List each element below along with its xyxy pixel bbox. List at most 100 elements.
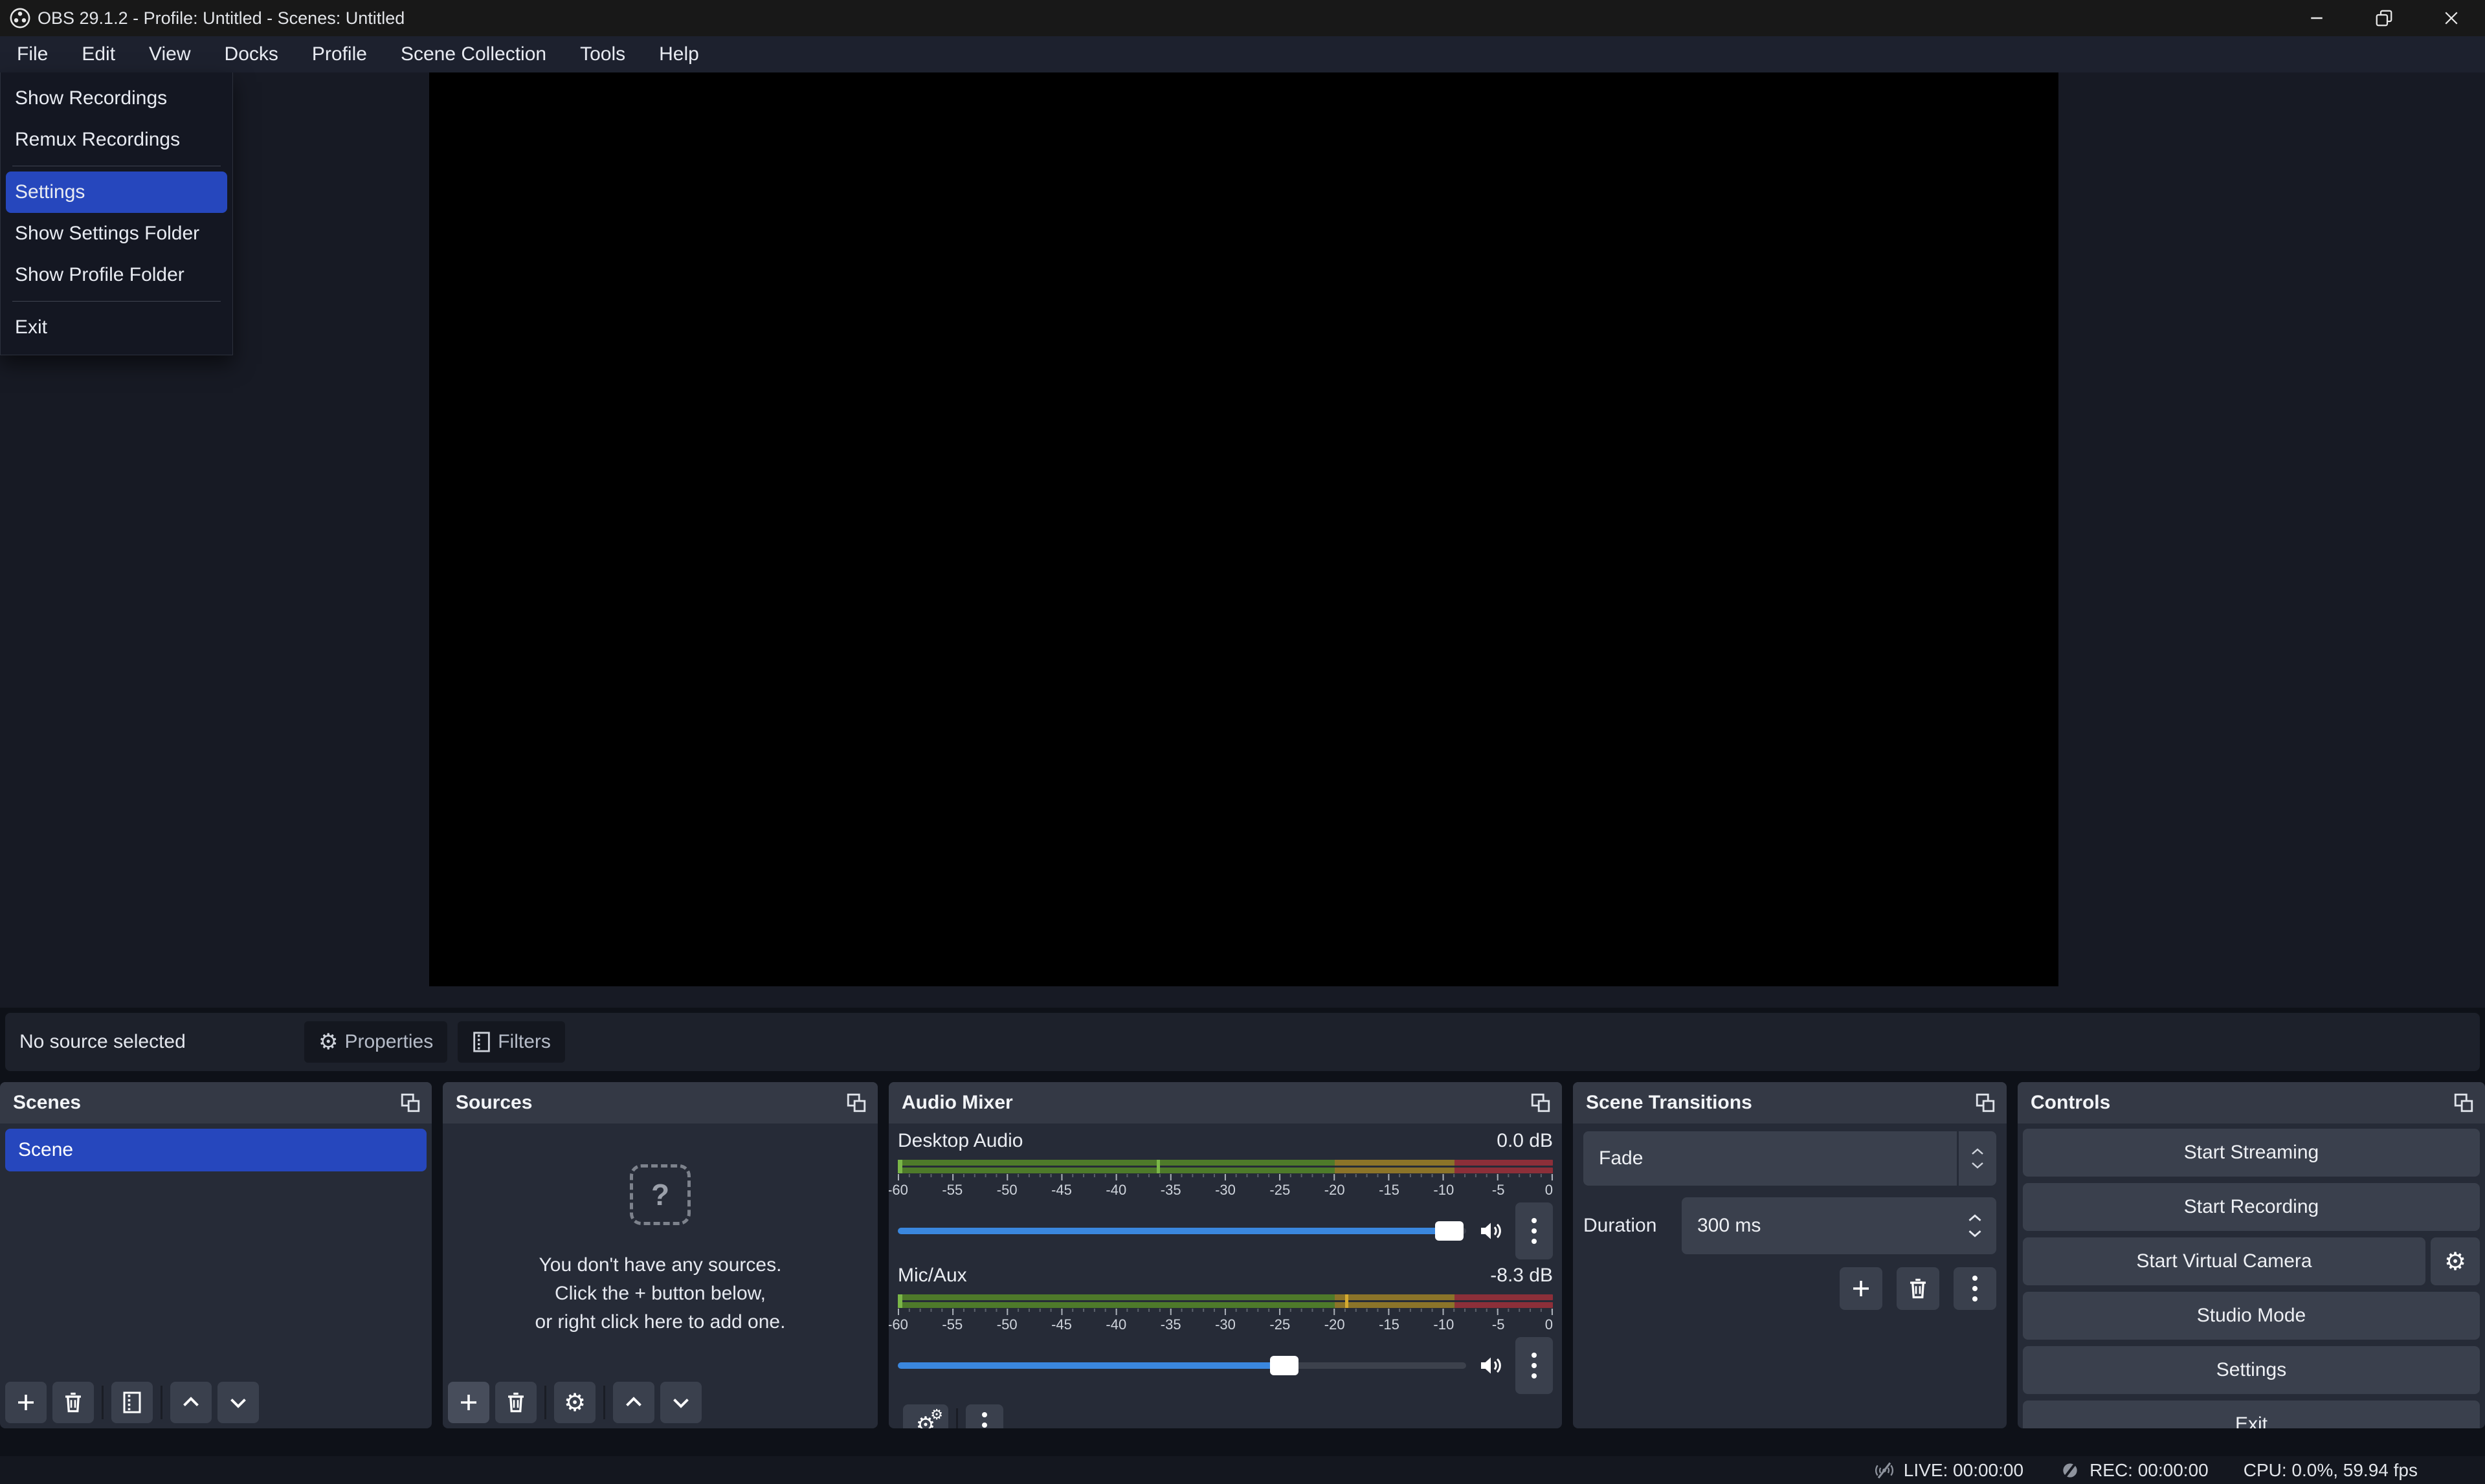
exit-button[interactable]: Exit: [2023, 1401, 2480, 1428]
add-scene-button[interactable]: [5, 1382, 47, 1423]
transition-menu-button[interactable]: [1954, 1267, 1996, 1310]
start-recording-button[interactable]: Start Recording: [2023, 1183, 2480, 1231]
scale-label: -5: [1492, 1316, 1505, 1333]
scene-filters-button[interactable]: [111, 1382, 153, 1423]
move-source-up-button[interactable]: [613, 1382, 654, 1423]
duration-spinbox[interactable]: 300 ms: [1682, 1197, 1996, 1254]
scale-label: -15: [1379, 1316, 1399, 1333]
spin-down-button[interactable]: [1967, 1229, 1983, 1239]
volume-meter: [898, 1294, 1553, 1308]
source-properties-button[interactable]: ⚙: [554, 1382, 596, 1423]
volume-slider[interactable]: [898, 1228, 1466, 1234]
channel-level-db: 0.0 dB: [1497, 1130, 1553, 1152]
lower-region: No source selected ⚙ Properties Filters …: [0, 1008, 2485, 1456]
workspace: [0, 72, 2485, 1008]
volume-row: [898, 1337, 1553, 1394]
obs-main-window: OBS 29.1.2 - Profile: Untitled - Scenes:…: [0, 0, 2485, 1484]
channel-menu-button[interactable]: [1515, 1337, 1553, 1394]
scale-label: -15: [1379, 1182, 1399, 1199]
toolbar-separator: [603, 1386, 605, 1419]
move-source-down-button[interactable]: [660, 1382, 702, 1423]
duration-label: Duration: [1583, 1215, 1682, 1237]
transition-select-arrows: [1957, 1131, 1996, 1186]
scale-label: -60: [889, 1316, 908, 1333]
menu-item-show-recordings[interactable]: Show Recordings: [1, 78, 232, 119]
menubar-item[interactable]: Edit: [65, 36, 132, 72]
move-scene-up-button[interactable]: [170, 1382, 212, 1423]
trash-icon: [1906, 1277, 1930, 1300]
meter-peak-tick: [1345, 1294, 1348, 1308]
scale-label: -45: [1051, 1182, 1072, 1199]
add-source-button[interactable]: [448, 1382, 489, 1423]
toolbar-separator: [161, 1386, 162, 1419]
toolbar-separator: [102, 1386, 104, 1419]
start-streaming-button[interactable]: Start Streaming: [2023, 1129, 2480, 1177]
docks: Scenes Scene: [0, 1082, 2485, 1428]
remove-source-button[interactable]: [495, 1382, 537, 1423]
scene-list-item-selected[interactable]: Scene: [5, 1129, 427, 1171]
scale-label: 0: [1545, 1182, 1553, 1199]
preview-canvas[interactable]: [429, 72, 2058, 986]
remove-transition-button[interactable]: [1897, 1267, 1939, 1310]
menu-item-remux-recordings[interactable]: Remux Recordings: [1, 119, 232, 161]
volume-slider[interactable]: [898, 1362, 1466, 1369]
speaker-icon[interactable]: [1477, 1353, 1505, 1379]
properties-button[interactable]: ⚙ Properties: [304, 1021, 447, 1063]
minimize-button[interactable]: [2283, 0, 2350, 36]
scale-label: -60: [889, 1182, 908, 1199]
slider-handle[interactable]: [1435, 1221, 1464, 1241]
scale-label: -45: [1051, 1316, 1072, 1333]
menubar-item[interactable]: Help: [642, 36, 716, 72]
move-scene-down-button[interactable]: [217, 1382, 259, 1423]
virtual-camera-config-button[interactable]: ⚙: [2431, 1237, 2480, 1285]
sources-list[interactable]: ? You don't have any sources. Click the …: [443, 1124, 878, 1428]
source-status-text: No source selected: [5, 1031, 304, 1053]
channel-name: Desktop Audio: [898, 1130, 1023, 1152]
menu-item-settings[interactable]: Settings: [6, 172, 227, 213]
meter-scale-labels: -60-55-50-45-40-35-30-25-20-15-10-50: [898, 1316, 1553, 1337]
menubar-item[interactable]: View: [132, 36, 207, 72]
popout-icon: [2453, 1092, 2475, 1114]
studio-mode-button[interactable]: Studio Mode: [2023, 1292, 2480, 1340]
chevron-down-icon: [1970, 1161, 1985, 1170]
channel-menu-button[interactable]: [1515, 1202, 1553, 1259]
transition-buttons: [1583, 1267, 1996, 1310]
menubar-item[interactable]: Docks: [208, 36, 295, 72]
speaker-icon[interactable]: [1477, 1218, 1505, 1244]
scale-label: -35: [1161, 1316, 1181, 1333]
filters-icon: [120, 1391, 144, 1414]
spin-up-button[interactable]: [1967, 1213, 1983, 1223]
advanced-audio-button[interactable]: ⚙ ⚙: [903, 1404, 948, 1428]
gear-icon: ⚙: [564, 1390, 586, 1415]
remove-scene-button[interactable]: [52, 1382, 94, 1423]
meter-peak-tick: [1157, 1160, 1160, 1173]
toolbar-separator: [956, 1408, 958, 1428]
question-mark-icon: ?: [630, 1164, 691, 1225]
menubar-item[interactable]: Profile: [295, 36, 384, 72]
close-button[interactable]: [2418, 0, 2485, 36]
scale-label: -30: [1215, 1316, 1236, 1333]
transition-select[interactable]: Fade: [1583, 1131, 1996, 1186]
menubar-item[interactable]: Tools: [563, 36, 642, 72]
menubar-item[interactable]: File: [0, 36, 65, 72]
add-transition-button[interactable]: [1840, 1267, 1882, 1310]
menubar-item[interactable]: Scene Collection: [384, 36, 563, 72]
mixer-menu-button[interactable]: [966, 1404, 1003, 1428]
start-virtual-camera-button[interactable]: Start Virtual Camera: [2023, 1237, 2425, 1285]
scene-transitions-header: Scene Transitions: [1573, 1082, 2007, 1124]
meter-input-tick: [898, 1160, 902, 1173]
controls-body: Start Streaming Start Recording Start Vi…: [2018, 1124, 2485, 1428]
slider-handle[interactable]: [1270, 1356, 1298, 1375]
controls-panel: Controls Start Streaming Start Recording…: [2018, 1082, 2485, 1428]
restore-button[interactable]: [2350, 0, 2418, 36]
menu-item-show-profile-folder[interactable]: Show Profile Folder: [1, 254, 232, 296]
cpu-status: CPU: 0.0%, 59.94 fps: [2244, 1460, 2418, 1481]
settings-button[interactable]: Settings: [2023, 1346, 2480, 1394]
scale-label: -50: [997, 1182, 1018, 1199]
menu-item-show-settings-folder[interactable]: Show Settings Folder: [1, 213, 232, 254]
broadcast-disabled-icon: [1873, 1460, 1896, 1481]
filters-button[interactable]: Filters: [458, 1021, 565, 1063]
sources-panel: Sources ? You don't have any sources. Cl…: [443, 1082, 878, 1428]
menu-item-exit[interactable]: Exit: [1, 307, 232, 348]
scale-label: -10: [1433, 1182, 1454, 1199]
